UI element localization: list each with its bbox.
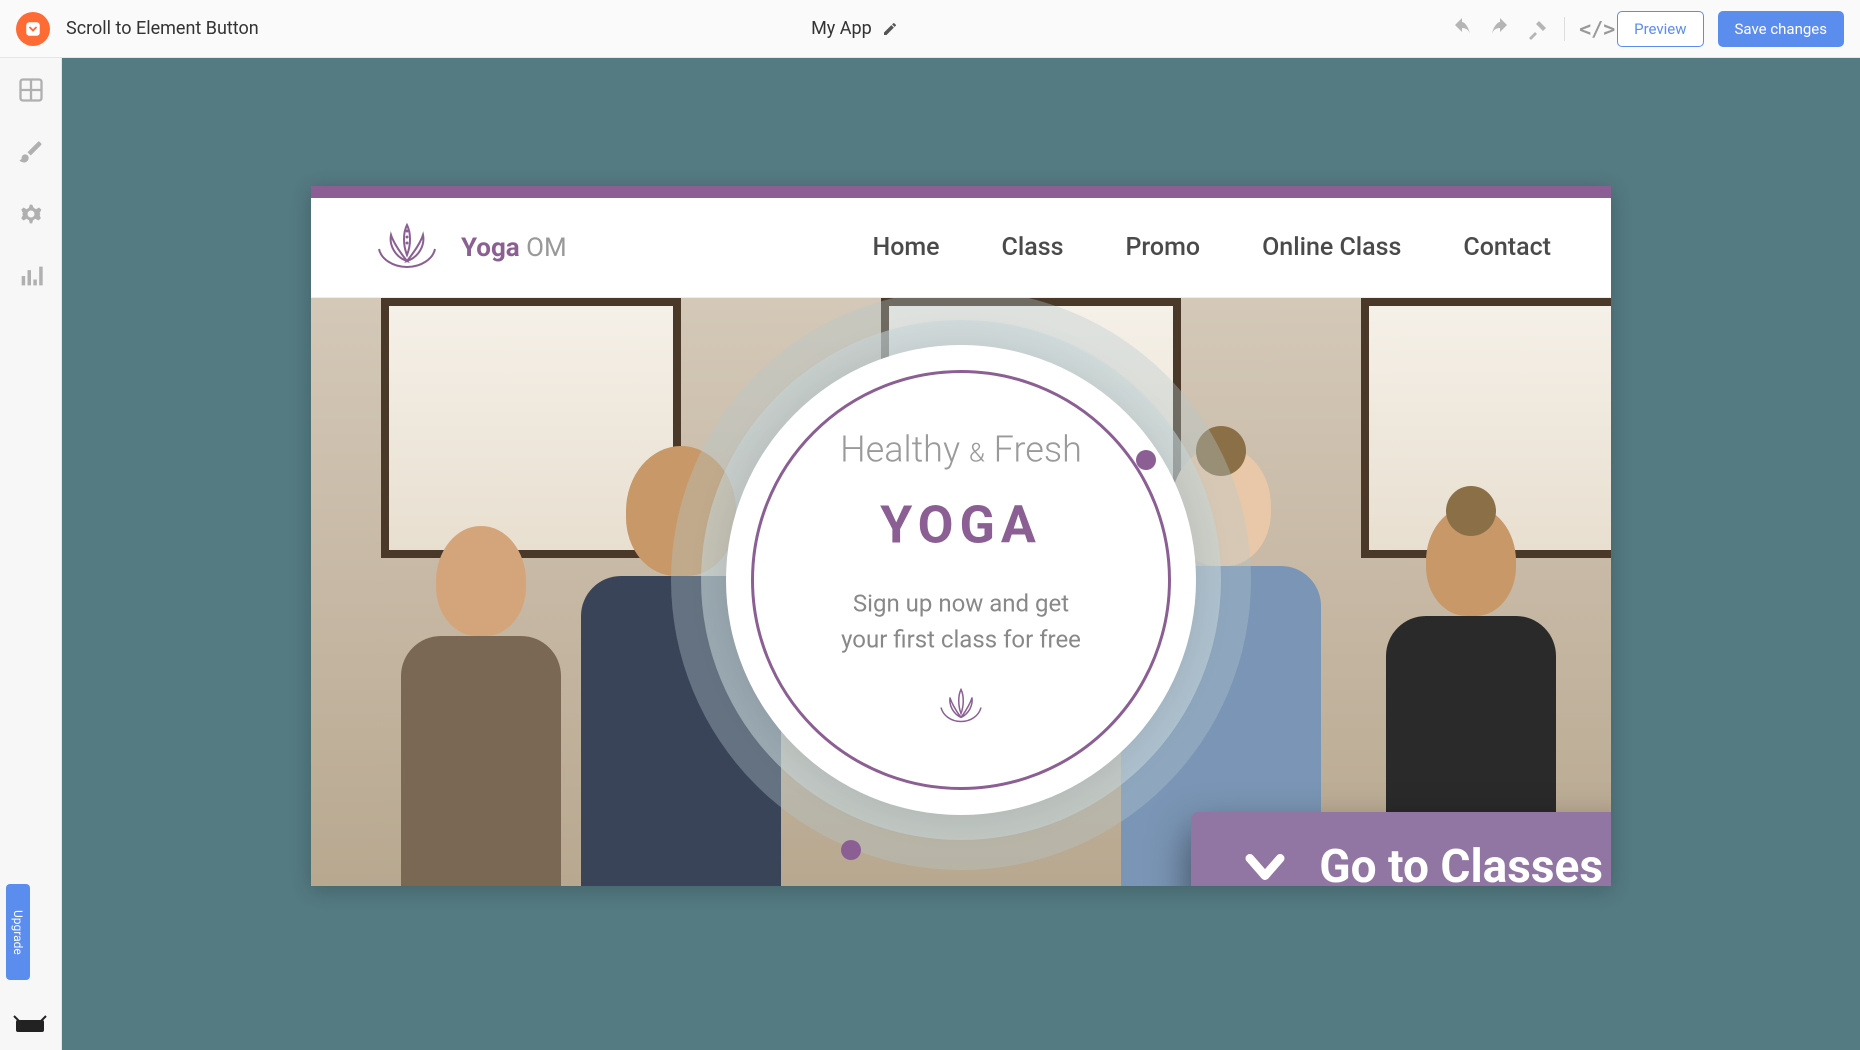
accent-strip xyxy=(311,186,1611,198)
save-button[interactable]: Save changes xyxy=(1718,11,1844,47)
hero-text: Healthy & Fresh YOGA Sign up now and get… xyxy=(781,429,1141,732)
nav-item-home[interactable]: Home xyxy=(872,233,939,262)
edit-icon[interactable] xyxy=(882,21,898,37)
nav-item-promo[interactable]: Promo xyxy=(1125,233,1200,262)
gear-icon[interactable] xyxy=(17,200,45,228)
code-icon[interactable]: </> xyxy=(1579,17,1603,41)
hero-section: Healthy & Fresh YOGA Sign up now and get… xyxy=(311,298,1611,886)
app-name[interactable]: My App xyxy=(811,18,872,39)
editor-topbar: Scroll to Element Button My App </> Prev… xyxy=(0,0,1860,58)
bug-icon[interactable] xyxy=(10,1012,50,1036)
undo-icon[interactable] xyxy=(1450,17,1474,41)
site-logo[interactable]: Yoga OM xyxy=(371,217,567,279)
upgrade-button[interactable]: Upgrade xyxy=(6,884,30,980)
cta-label: Go to Classes xyxy=(1319,840,1603,886)
brush-icon[interactable] xyxy=(17,138,45,166)
nav-item-class[interactable]: Class xyxy=(1002,233,1064,262)
accent-dot xyxy=(841,840,861,860)
preview-button[interactable]: Preview xyxy=(1617,11,1703,47)
chevron-down-icon xyxy=(24,20,42,38)
go-to-classes-button[interactable]: Go to Classes xyxy=(1191,812,1611,886)
nav-links: Home Class Promo Online Class Contact xyxy=(872,233,1551,262)
nav-item-contact[interactable]: Contact xyxy=(1463,233,1551,262)
lotus-icon xyxy=(936,686,986,728)
site-navbar: Yoga OM Home Class Promo Online Class Co… xyxy=(311,198,1611,298)
site-logo-text: Yoga OM xyxy=(461,233,567,263)
separator xyxy=(1564,17,1565,41)
hero-title: YOGA xyxy=(781,495,1141,556)
app-logo[interactable] xyxy=(16,12,50,46)
grid-icon[interactable] xyxy=(17,76,45,104)
chevron-down-icon xyxy=(1239,841,1291,886)
editor-canvas: Yoga OM Home Class Promo Online Class Co… xyxy=(62,58,1860,1050)
hero-subtitle: Sign up now and getyour first class for … xyxy=(781,586,1141,658)
lotus-icon xyxy=(371,217,443,279)
hero-tagline: Healthy & Fresh xyxy=(781,429,1141,471)
website-preview: Yoga OM Home Class Promo Online Class Co… xyxy=(311,186,1611,886)
analytics-icon[interactable] xyxy=(17,262,45,290)
nav-item-online-class[interactable]: Online Class xyxy=(1262,233,1401,262)
hammer-icon[interactable] xyxy=(1526,17,1550,41)
breadcrumb: Scroll to Element Button xyxy=(66,18,259,39)
redo-icon[interactable] xyxy=(1488,17,1512,41)
editor-sidebar: Upgrade xyxy=(0,58,62,1050)
